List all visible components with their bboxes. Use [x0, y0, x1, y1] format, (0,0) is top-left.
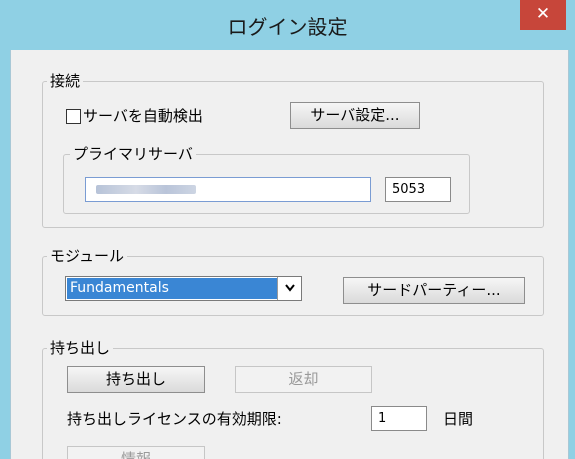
connection-legend: 接続 [47, 72, 84, 90]
primary-server-legend: プライマリサーバ [70, 145, 196, 163]
return-button[interactable]: 返却 [235, 366, 372, 393]
close-icon: ✕ [535, 4, 551, 24]
dialog-body: 接続 サーバを自動検出 サーバ設定... プライマリサーバ 5053 モジュール… [10, 50, 569, 459]
title-bar: ログイン設定 ✕ [0, 0, 575, 50]
window-title: ログイン設定 [227, 15, 348, 39]
module-select-value: Fundamentals [67, 278, 277, 299]
checkout-group [42, 348, 544, 459]
server-port-input[interactable]: 5053 [385, 177, 451, 202]
auto-detect-label[interactable]: サーバを自動検出 [83, 107, 203, 125]
chevron-down-icon[interactable] [277, 277, 301, 300]
close-button[interactable]: ✕ [520, 0, 566, 30]
checkout-button[interactable]: 持ち出し [67, 366, 205, 393]
checkout-expiry-unit: 日間 [443, 410, 474, 428]
checkout-expiry-input[interactable]: 1 [371, 406, 427, 431]
module-legend: モジュール [47, 247, 127, 265]
server-address-input[interactable] [85, 177, 371, 202]
info-button[interactable]: 情報 [67, 446, 205, 459]
module-select[interactable]: Fundamentals [65, 276, 302, 301]
third-party-button[interactable]: サードパーティー... [343, 277, 525, 304]
checkout-expiry-label: 持ち出しライセンスの有効期限: [67, 410, 282, 428]
checkout-legend: 持ち出し [47, 339, 114, 357]
server-address-redacted [96, 185, 196, 194]
login-settings-window: ログイン設定 ✕ 接続 サーバを自動検出 サーバ設定... プライマリサーバ 5… [0, 0, 575, 459]
auto-detect-checkbox[interactable] [66, 109, 81, 124]
server-settings-button[interactable]: サーバ設定... [290, 102, 420, 129]
